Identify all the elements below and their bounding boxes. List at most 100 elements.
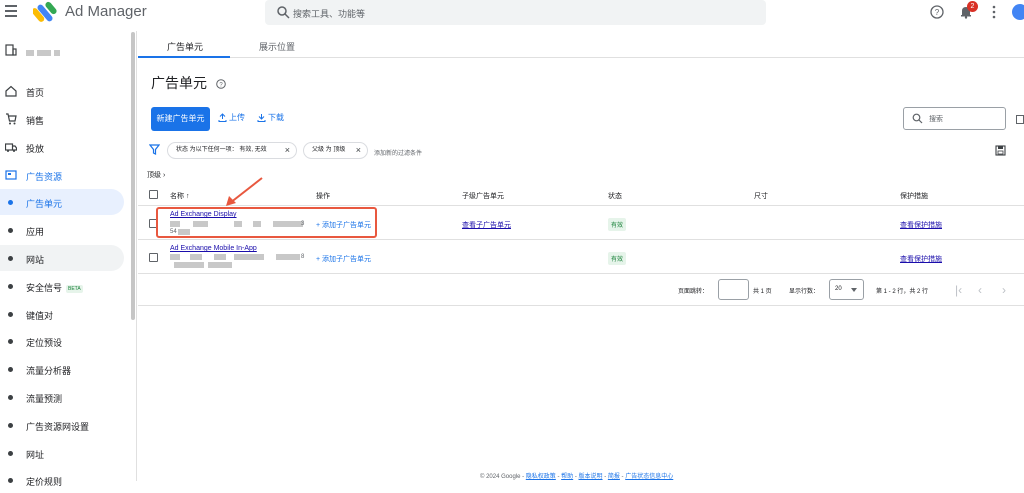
sidebar-item-label: 定位预设 [26,338,63,348]
release-notes-link[interactable]: 版本说明 [579,474,603,480]
redacted-code [208,262,232,268]
page-title-wrap: 广告单元 ? [151,73,226,93]
tab-ad-units[interactable]: 广告单元 [167,40,203,53]
help-link[interactable]: 帮助 [561,474,573,480]
page-title: 广告单元 [151,75,207,91]
sidebar-item-ad-units[interactable]: 广告单元 [0,189,124,215]
sidebar-item-sales[interactable]: 销售 [0,106,124,132]
row-range: 第 1 - 2 行，共 2 行 [876,289,929,295]
table-header: 名称 ↑ 操作 子级广告单元 状态 尺寸 保护措施 [138,184,1024,206]
view-protections-link[interactable]: 查看保护措施 [900,254,942,264]
status-dashboard-link[interactable]: 广告状态信息中心 [625,474,673,480]
filter-icon[interactable] [149,144,160,155]
sidebar-item-label: 广告资源网设置 [26,422,90,432]
status-badge: 有效 [608,218,627,231]
close-icon[interactable]: × [285,143,290,158]
sidebar-item-network-settings[interactable]: 广告资源网设置 [0,412,124,438]
building-icon [5,44,17,56]
columns-icon[interactable] [1016,115,1024,124]
annotation-highlight-box [156,207,377,238]
add-child-ad-unit-link[interactable]: + 添加子广告单元 [316,254,371,264]
next-page-icon[interactable]: › [1002,283,1006,297]
rows-per-page-select[interactable]: 20 [829,279,864,300]
sidebar-item-sites[interactable]: 网站 [0,245,124,271]
column-header-size: 尺寸 [754,193,768,200]
search-icon [912,113,923,124]
download-button[interactable]: 下载 [257,112,284,123]
ad-unit-name-link[interactable]: Ad Exchange Mobile In-App [170,245,257,252]
status-badge: 有效 [608,252,627,265]
sidebar-item-label: 定价规则 [26,477,63,487]
sidebar-item-label: 投放 [26,144,45,154]
sidebar-item-label: 销售 [26,116,45,126]
sidebar-item-secure-signals[interactable]: 安全信号 BETA [0,273,124,299]
search-placeholder: 搜索 [929,116,943,123]
sidebar-item-home[interactable]: 首页 [0,78,124,104]
table-search-input[interactable]: 搜索 [903,107,1006,130]
svg-text:?: ? [935,8,940,17]
bullet-icon [8,395,13,400]
view-protections-link[interactable]: 查看保护措施 [900,220,942,230]
sidebar-item-label-wrap: 安全信号 BETA [26,281,83,294]
sidebar-item-label: 广告单元 [26,199,63,209]
filter-chip-parent[interactable]: 父级 为 顶级 × [303,142,368,159]
close-icon[interactable]: × [356,143,361,158]
select-all-checkbox[interactable] [149,190,158,199]
breadcrumb[interactable]: 顶级 › [147,170,165,180]
app-name: Ad Manager [65,3,147,20]
first-page-icon[interactable]: |‹ [955,283,962,297]
sidebar-item-traffic-forecast[interactable]: 流量预测 [0,384,124,410]
redacted-code [170,254,180,260]
upload-button[interactable]: 上传 [218,112,245,123]
column-header-name[interactable]: 名称 ↑ [170,191,189,201]
sidebar-scrollbar[interactable] [131,32,135,320]
avatar[interactable] [1012,4,1024,20]
sidebar-item-label: 安全信号 [26,283,63,293]
truck-icon [5,143,17,152]
filter-chip-status[interactable]: 状态 为以下任何一项： 有效, 无效 × [167,142,297,159]
prev-page-icon[interactable]: ‹ [978,283,982,297]
column-header-child: 子级广告单元 [462,193,504,200]
sidebar-item-traffic-analyzer[interactable]: 流量分析器 [0,356,124,382]
notification-badge: 2 [967,1,978,12]
sidebar-item-delivery[interactable]: 投放 [0,134,124,160]
sidebar-item-targeting-presets[interactable]: 定位预设 [0,328,124,354]
total-pages: 共 1 页 [753,289,772,295]
page-jump-input[interactable] [718,279,749,300]
sidebar-item-label: 网址 [26,450,45,460]
bullet-icon [8,200,13,205]
row-checkbox[interactable] [149,253,158,262]
view-child-ad-units-link[interactable]: 查看子广告单元 [462,220,511,230]
column-header-action: 操作 [316,193,330,200]
privacy-link[interactable]: 隐私权政策 [526,474,556,480]
sidebar: 首页 销售 投放 广告资源 广告单元 应用 网站 安全信号 BETA 键值对 定位… [0,31,137,487]
global-search[interactable]: 搜索工具、功能等 [265,0,766,25]
bullet-icon [8,367,13,372]
annotation-arrow-icon [226,177,263,206]
brief-link[interactable]: 简报 [608,474,620,480]
sidebar-item-inventory[interactable]: 广告资源 [0,162,124,188]
sidebar-item-key-values[interactable]: 键值对 [0,301,124,327]
menu-icon[interactable] [5,5,17,17]
sidebar-item-apps[interactable]: 应用 [0,217,124,243]
help-icon[interactable]: ? [216,79,226,90]
tab-bar: 广告单元 展示位置 [138,31,1024,58]
more-vert-icon[interactable] [990,5,998,19]
column-header-protection: 保护措施 [900,193,928,200]
ad-manager-logo [33,1,57,22]
rows-per-page-label: 显示行数： [789,289,820,295]
tab-placements[interactable]: 展示位置 [259,40,295,53]
help-icon[interactable]: ? [930,5,944,19]
save-icon[interactable] [995,145,1006,156]
sidebar-item-label: 键值对 [26,311,54,321]
footer-copyright: © 2024 Google - [480,474,525,480]
add-filter-link[interactable]: 添加新的过滤条件 [374,148,422,157]
sidebar-item-pricing-rules[interactable]: 定价规则 [0,467,124,493]
beta-badge: BETA [66,284,83,293]
page-jump-label: 页面跳转： [678,289,709,295]
bullet-icon [8,312,13,317]
sidebar-item-urls[interactable]: 网址 [0,440,124,466]
filter-bar: 状态 为以下任何一项： 有效, 无效 × 父级 为 顶级 × 添加新的过滤条件 [138,139,1024,161]
new-ad-unit-button[interactable]: 新建广告单元 [151,107,210,131]
bullet-icon [8,339,13,344]
